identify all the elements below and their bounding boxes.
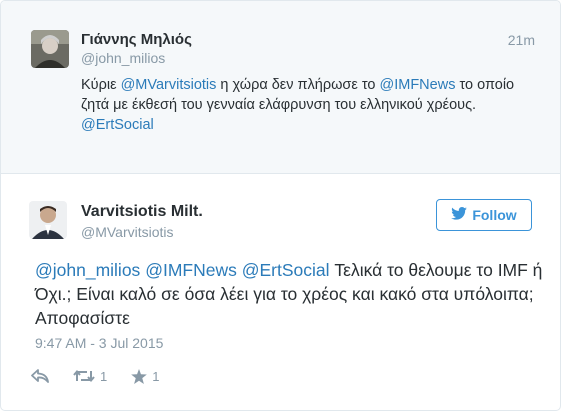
quoted-handle[interactable]: @john_milios <box>81 50 165 66</box>
text-segment: Κύριε <box>81 77 121 93</box>
avatar[interactable] <box>29 201 67 239</box>
retweet-button[interactable]: 1 <box>73 369 107 384</box>
avatar[interactable] <box>31 30 69 68</box>
follow-label: Follow <box>472 207 517 223</box>
tweet-card: Γιάννης Μηλιός @john_milios 21m Κύριε @M… <box>0 0 561 411</box>
retweet-count: 1 <box>100 368 108 384</box>
quoted-tweet-text: Κύριε @MVarvitsiotis η χώρα δεν πλήρωσε … <box>81 75 536 135</box>
tweet-timestamp[interactable]: 9:47 AM - 3 Jul 2015 <box>35 335 163 351</box>
quoted-tweet[interactable]: Γιάννης Μηλιός @john_milios 21m Κύριε @M… <box>1 1 560 174</box>
mention-link[interactable]: @ErtSocial <box>81 117 154 133</box>
mention-link[interactable]: @john_milios <box>35 260 140 280</box>
mention-link[interactable]: @IMFNews <box>145 260 237 280</box>
twitter-bird-icon <box>451 207 468 223</box>
mention-link[interactable]: @ErtSocial <box>242 260 330 280</box>
reply-icon <box>31 369 49 383</box>
author-handle[interactable]: @MVarvitsiotis <box>81 224 174 240</box>
author-display-name[interactable]: Varvitsiotis Milt. <box>81 203 203 221</box>
tweet-text: @john_milios @IMFNews @ErtSocial Τελικά … <box>35 258 545 330</box>
quoted-timestamp[interactable]: 21m <box>508 32 535 48</box>
retweet-icon <box>73 369 95 383</box>
favorite-button[interactable]: 1 <box>131 368 160 384</box>
follow-button[interactable]: Follow <box>436 199 532 231</box>
mention-link[interactable]: @MVarvitsiotis <box>121 77 217 93</box>
mention-link[interactable]: @IMFNews <box>380 77 456 93</box>
quoted-display-name[interactable]: Γιάννης Μηλιός <box>81 31 192 48</box>
text-segment: η χώρα δεν πλήρωσε το <box>216 77 380 93</box>
tweet-actions: 1 1 <box>31 365 159 387</box>
reply-button[interactable] <box>31 369 49 383</box>
favorite-count: 1 <box>152 368 160 384</box>
favorite-star-icon <box>131 368 148 384</box>
